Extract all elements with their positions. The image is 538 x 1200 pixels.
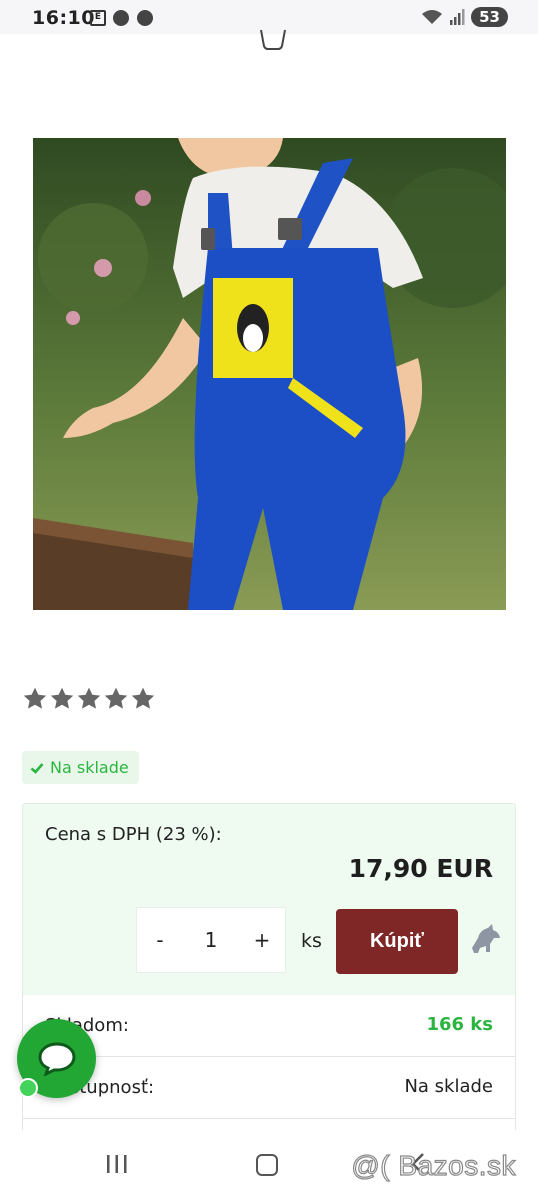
price-box: Cena s DPH (23 %): 17,90 EUR - 1 + ks Kú… [22, 803, 516, 997]
e-icon: E [90, 10, 106, 26]
buy-button[interactable]: Kúpiť [336, 909, 458, 974]
star-icon [23, 687, 47, 709]
quantity-unit: ks [301, 930, 322, 952]
availability-badge: Na sklade [22, 751, 139, 784]
basket-icon[interactable] [258, 28, 288, 50]
status-right: 53 [421, 6, 508, 28]
signal-icon [450, 9, 465, 25]
availability-row: Dostupnosť: Na sklade [22, 1057, 516, 1119]
stock-row: Skladom: 166 ks [22, 995, 516, 1057]
star-icon [131, 687, 155, 709]
stock-value: 166 ks [426, 1014, 493, 1035]
dots-icon [137, 10, 153, 26]
dots-icon [113, 10, 129, 26]
price-value: 17,90 EUR [348, 854, 493, 883]
rating-stars [22, 686, 156, 712]
recents-icon[interactable] [105, 1154, 129, 1174]
checkmark-icon [30, 762, 44, 774]
battery-indicator: 53 [471, 7, 508, 27]
status-time: 16:10 [32, 7, 95, 29]
watermark: @( Bazos.sk [351, 1149, 516, 1181]
quantity-minus-button[interactable]: - [137, 928, 183, 952]
star-icon [77, 687, 101, 709]
online-indicator [18, 1078, 38, 1098]
product-photo-overalls [33, 138, 506, 610]
quantity-plus-button[interactable]: + [239, 928, 285, 952]
watchdog-icon[interactable] [468, 922, 502, 956]
quantity-input[interactable]: 1 [188, 928, 234, 952]
quantity-stepper: - 1 + [137, 908, 285, 972]
chat-bubble-icon [37, 1041, 76, 1076]
availability-text: Na sklade [50, 758, 129, 777]
navigation-bar: @( Bazos.sk [0, 1130, 538, 1200]
home-icon[interactable] [256, 1154, 278, 1176]
product-image[interactable] [33, 138, 506, 610]
price-label: Cena s DPH (23 %): [45, 824, 222, 845]
wifi-icon [422, 10, 443, 24]
star-icon [104, 687, 128, 709]
star-icon [50, 687, 74, 709]
availability-value: Na sklade [404, 1076, 493, 1097]
